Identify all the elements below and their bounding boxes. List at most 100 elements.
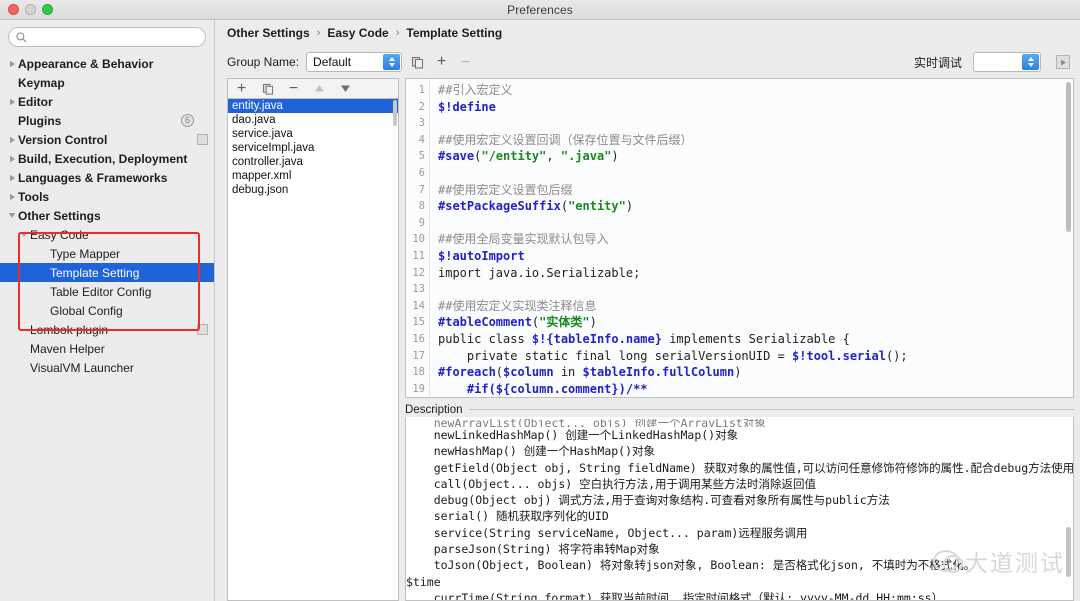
description-line: getField(Object obj, String fieldName) 获… (406, 460, 1074, 475)
sidebar-item-languages-frameworks[interactable]: Languages & Frameworks (0, 168, 214, 187)
sidebar-item-version-control[interactable]: Version Control (0, 130, 214, 149)
code-token: (); (885, 348, 908, 363)
sidebar-item-label: Global Config (50, 303, 123, 318)
breadcrumb-item-2[interactable]: Easy Code (327, 26, 388, 40)
code-token: ) (611, 149, 619, 164)
run-debug-button[interactable] (1056, 55, 1070, 69)
chevron-right-icon[interactable] (6, 98, 18, 106)
window-title: Preferences (507, 2, 573, 17)
description-line: toJson(Object, Boolean) 将对象转json对象, Bool… (406, 558, 976, 573)
sidebar-item-editor[interactable]: Editor (0, 92, 214, 111)
code-token: ##使用全局变量实现默认包导入 (438, 232, 609, 247)
search-box[interactable] (8, 27, 206, 47)
remove-group-button[interactable]: − (457, 54, 474, 71)
list-item[interactable]: mapper.xml (228, 169, 398, 183)
sidebar-item-tools[interactable]: Tools (0, 187, 214, 206)
add-group-button[interactable]: + (433, 54, 450, 71)
sidebar-item-easy-code[interactable]: Easy Code (0, 225, 214, 244)
sidebar-item-plugins[interactable]: Plugins 6 (0, 111, 214, 130)
sidebar-item-maven-helper[interactable]: Maven Helper (0, 339, 214, 358)
chevron-right-icon[interactable] (6, 60, 18, 68)
chevron-right-icon[interactable] (6, 193, 18, 201)
line-number: 18 (412, 366, 425, 379)
code-area[interactable]: ##引入宏定义 $!define ##使用宏定义设置回调（保存位置与文件后缀） #sa… (430, 79, 1073, 397)
sidebar-item-visualvm-launcher[interactable]: VisualVM Launcher (0, 358, 214, 377)
sidebar-item-appearance-behavior[interactable]: Appearance & Behavior (0, 54, 214, 73)
search-input[interactable] (31, 31, 198, 43)
description-header: Description (405, 402, 1074, 417)
sidebar-item-type-mapper[interactable]: Type Mapper (0, 244, 214, 263)
sidebar-item-keymap[interactable]: Keymap (0, 73, 214, 92)
sidebar-item-label: Tools (18, 189, 50, 204)
template-file-panel: + − entity.java dao.java service.java se… (227, 78, 399, 601)
code-token: ##使用宏定义设置回调（保存位置与文件后缀） (438, 132, 693, 147)
copy-group-button[interactable] (409, 54, 426, 71)
list-item[interactable]: serviceImpl.java (228, 141, 398, 155)
chevron-right-icon[interactable] (6, 136, 18, 144)
preferences-window: Preferences Appearance & Behavior Keymap E… (0, 0, 1080, 601)
code-token: , (546, 149, 561, 164)
code-token: in (553, 365, 583, 380)
description-line: parseJson(String) 将字符串转Map对象 (406, 542, 660, 557)
chevron-down-icon[interactable] (18, 231, 30, 238)
chevron-right-icon[interactable] (6, 155, 18, 163)
code-token: ) (625, 199, 634, 214)
move-up-icon[interactable] (311, 80, 328, 97)
group-name-label: Group Name: (227, 55, 300, 69)
template-file-list[interactable]: entity.java dao.java service.java serviceIm… (227, 98, 399, 601)
realtime-debug-select[interactable] (973, 52, 1041, 72)
sidebar-item-label: Lombok plugin (30, 322, 109, 337)
sidebar-item-build-execution-deployment[interactable]: Build, Execution, Deployment (0, 149, 214, 168)
code-line: ##使用宏定义实现类注释信息 (438, 298, 1073, 315)
copy-file-icon[interactable] (259, 80, 276, 97)
chevron-down-icon[interactable] (6, 212, 18, 219)
code-token: $!{tableInfo.name} (531, 331, 662, 346)
chevron-right-icon[interactable] (6, 174, 18, 182)
breadcrumb[interactable]: Other Settings › Easy Code › Template Settin… (215, 20, 1080, 46)
template-code-editor[interactable]: 1 2 3 4 5 6 7 8 9 10 11 12 13 14 15 16 17 18 19 ##引入宏定义 $!d… (405, 78, 1074, 398)
code-line: #if(${column.comment})/** (438, 381, 1073, 397)
realtime-debug-label: 实时调试 (913, 55, 962, 70)
chevron-updown-icon[interactable] (1022, 54, 1039, 70)
code-token: #if(${column.comment})/** (438, 381, 648, 396)
move-down-icon[interactable] (337, 80, 354, 97)
description-content[interactable]: 大道测试 newArrayList(Object... objs) 创建一个Ar… (405, 417, 1074, 601)
chevron-updown-icon[interactable] (383, 54, 401, 70)
list-item[interactable]: entity.java (228, 99, 398, 113)
plugin-icon (197, 134, 208, 145)
code-line: ##引入宏定义 (438, 82, 1073, 99)
add-file-icon[interactable]: + (233, 80, 250, 97)
remove-file-icon[interactable]: − (285, 80, 302, 97)
code-line: public class $!{tableInfo.name} implemen… (438, 331, 1073, 348)
code-token: private static final long serialVersionU… (438, 348, 793, 363)
description-scrollbar[interactable] (1066, 527, 1071, 577)
settings-tree[interactable]: Appearance & Behavior Keymap Editor Plugins… (0, 53, 214, 601)
code-line: ##使用全局变量实现默认包导入 (438, 231, 1073, 248)
line-number: 12 (412, 266, 425, 279)
sidebar-item-label: Appearance & Behavior (18, 56, 154, 71)
code-line: ##使用宏定义设置包后缀 (438, 182, 1073, 199)
list-item[interactable]: controller.java (228, 155, 398, 169)
line-number: 14 (412, 299, 425, 312)
sidebar-item-lombok-plugin[interactable]: Lombok plugin (0, 320, 214, 339)
breadcrumb-item-1[interactable]: Other Settings (227, 26, 310, 40)
settings-detail-pane: Other Settings › Easy Code › Template Settin… (215, 20, 1080, 601)
sidebar-item-table-editor-config[interactable]: Table Editor Config (0, 282, 214, 301)
list-item[interactable]: service.java (228, 127, 398, 141)
editor-scrollbar[interactable] (1066, 82, 1071, 232)
code-token: ( (495, 365, 504, 380)
sidebar-item-template-setting[interactable]: Template Setting (0, 263, 214, 282)
list-item[interactable]: dao.java (228, 113, 398, 127)
breadcrumb-item-3[interactable]: Template Setting (406, 26, 502, 40)
code-line: #tableComment("实体类") (438, 314, 1073, 331)
code-token: ".java" (560, 149, 612, 164)
file-list-scrollbar[interactable] (393, 100, 397, 126)
list-item[interactable]: debug.json (228, 183, 398, 197)
sidebar-item-other-settings[interactable]: Other Settings (0, 206, 214, 225)
line-number: 7 (418, 183, 425, 196)
sidebar-item-global-config[interactable]: Global Config (0, 301, 214, 320)
description-line: newHashMap() 创建一个HashMap()对象 (406, 444, 656, 459)
group-name-select[interactable]: Default (306, 52, 403, 72)
